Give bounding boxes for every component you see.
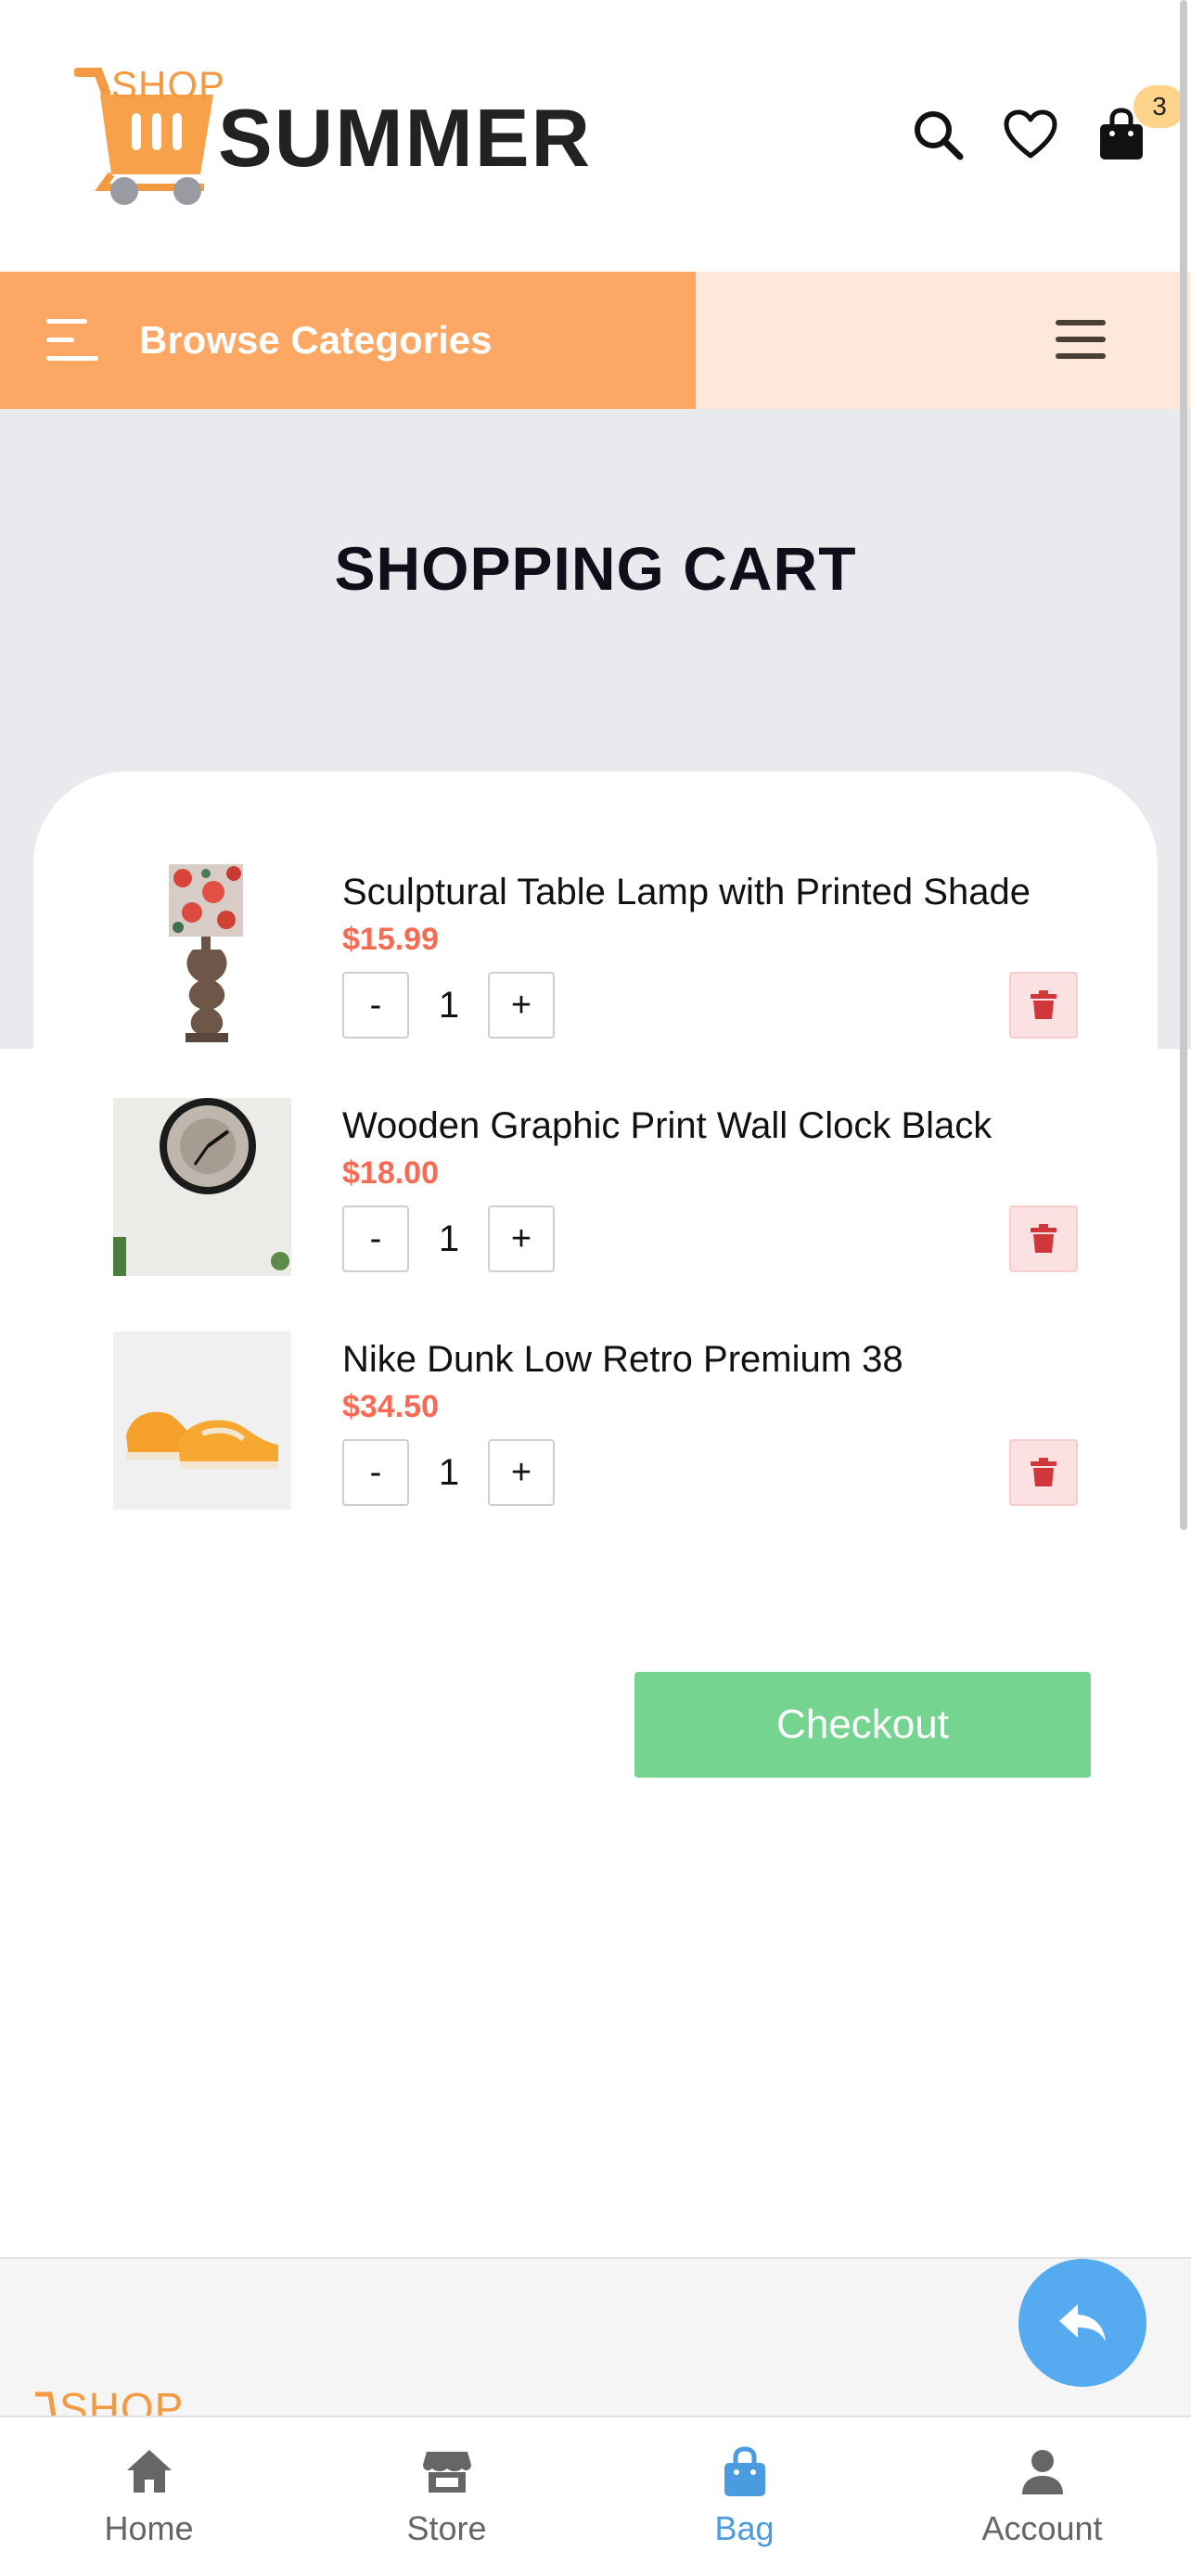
logo-summer-text: SUMMER — [218, 92, 593, 184]
logo[interactable]: SHOP SUMMER — [74, 63, 594, 211]
item-name[interactable]: Wooden Graphic Print Wall Clock Black — [342, 1105, 992, 1147]
delete-item-button[interactable] — [1009, 1439, 1078, 1506]
cart-item: Wooden Graphic Print Wall Clock Black $1… — [0, 1098, 1191, 1276]
trash-icon — [1031, 1224, 1057, 1253]
account-icon — [1021, 2449, 1063, 2494]
nav-home-label: Home — [104, 2508, 194, 2547]
category-bar: Browse Categories — [0, 272, 1191, 409]
home-icon — [126, 2449, 172, 2493]
reply-arrow-icon — [1059, 2304, 1106, 2341]
nav-account-label: Account — [981, 2508, 1103, 2547]
back-to-top-button[interactable] — [1018, 2259, 1146, 2387]
cart-item: Sculptural Table Lamp with Printed Shade… — [0, 864, 1191, 1042]
page-title: SHOPPING CART — [334, 534, 857, 603]
cart-logo-icon — [35, 2391, 57, 2417]
table-lamp-image[interactable] — [113, 864, 291, 1042]
header-actions: 3 — [801, 85, 1191, 167]
trash-icon — [1031, 1458, 1057, 1486]
decrease-quantity-button[interactable]: - — [342, 972, 409, 1039]
trash-icon — [1031, 990, 1057, 1019]
search-icon[interactable] — [905, 102, 970, 167]
logo-shop-text: SHOP — [111, 63, 226, 107]
quantity-value: 1 — [438, 984, 460, 1026]
nav-store[interactable]: Store — [298, 2417, 596, 2576]
browse-categories-label: Browse Categories — [139, 318, 493, 362]
nav-account[interactable]: Account — [893, 2417, 1191, 2576]
heart-icon[interactable] — [998, 102, 1063, 167]
decrease-quantity-button[interactable]: - — [342, 1205, 409, 1272]
bag-icon — [724, 2445, 765, 2496]
delete-item-button[interactable] — [1009, 1205, 1078, 1272]
sneaker-image[interactable] — [113, 1332, 291, 1510]
nav-bag-label: Bag — [714, 2508, 775, 2547]
item-price: $34.50 — [342, 1389, 439, 1424]
increase-quantity-button[interactable]: + — [488, 1439, 555, 1506]
increase-quantity-button[interactable]: + — [488, 1205, 555, 1272]
quantity-value: 1 — [438, 1218, 460, 1259]
shopping-bag-icon[interactable]: 3 — [1089, 85, 1185, 167]
nav-home[interactable]: Home — [0, 2417, 298, 2576]
decrease-quantity-button[interactable]: - — [342, 1439, 409, 1506]
item-name[interactable]: Nike Dunk Low Retro Premium 38 — [342, 1339, 903, 1381]
browse-categories-button[interactable]: Browse Categories — [0, 272, 696, 409]
nav-bag[interactable]: Bag — [596, 2417, 893, 2576]
list-icon — [46, 319, 98, 361]
delete-item-button[interactable] — [1009, 972, 1078, 1039]
item-price: $18.00 — [342, 1155, 439, 1191]
nav-store-label: Store — [406, 2508, 487, 2547]
hamburger-menu-icon[interactable] — [1056, 316, 1106, 363]
cart-count-badge: 3 — [1133, 85, 1185, 128]
item-price: $15.99 — [342, 922, 439, 957]
header: SHOP SUMMER 3 — [0, 0, 1191, 272]
scrollbar[interactable] — [1180, 0, 1187, 1530]
increase-quantity-button[interactable]: + — [488, 972, 555, 1039]
quantity-value: 1 — [438, 1451, 460, 1493]
bottom-navigation: Home Store Bag Account — [0, 2416, 1191, 2576]
checkout-button[interactable]: Checkout — [634, 1672, 1091, 1778]
store-icon — [422, 2451, 471, 2493]
cart-item: Nike Dunk Low Retro Premium 38 $34.50 - … — [0, 1332, 1191, 1510]
wall-clock-image[interactable] — [113, 1098, 291, 1276]
item-name[interactable]: Sculptural Table Lamp with Printed Shade — [342, 872, 1031, 913]
